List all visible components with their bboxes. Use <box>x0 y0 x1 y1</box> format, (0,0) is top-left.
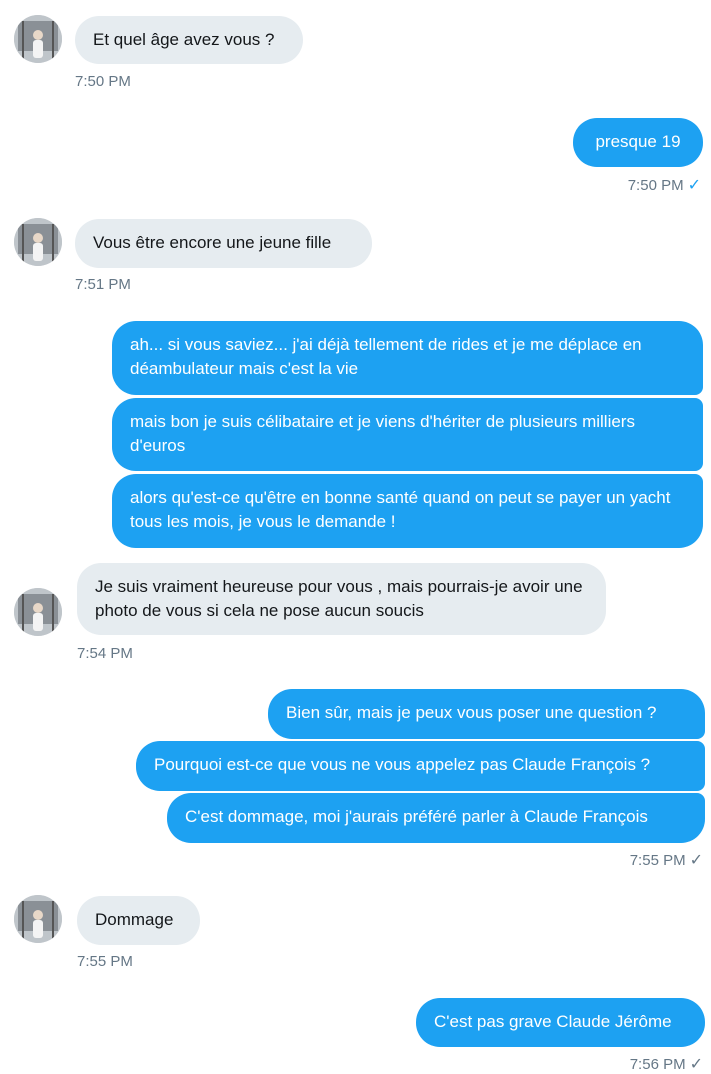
sent-status-icon: ✓ <box>689 852 703 869</box>
sent-status-icon: ✓ <box>687 177 701 194</box>
message-timestamp: 7:50 PM ✓ <box>627 177 701 194</box>
message-timestamp: 7:50 PM <box>75 73 131 90</box>
sent-message[interactable]: C'est dommage, moi j'aurais préféré parl… <box>167 793 705 843</box>
contact-avatar[interactable] <box>14 895 62 943</box>
message-timestamp: 7:55 PM ✓ <box>629 852 703 869</box>
message-timestamp: 7:55 PM <box>77 953 133 970</box>
sent-message[interactable]: ah... si vous saviez... j'ai déjà tellem… <box>112 321 703 395</box>
contact-avatar[interactable] <box>14 588 62 636</box>
sent-message[interactable]: alors qu'est-ce qu'être en bonne santé q… <box>112 474 703 548</box>
message-timestamp: 7:51 PM <box>75 276 131 293</box>
message-timestamp: 7:56 PM ✓ <box>629 1056 703 1073</box>
sent-message[interactable]: Bien sûr, mais je peux vous poser une qu… <box>268 689 705 739</box>
received-message[interactable]: Dommage <box>77 896 200 945</box>
received-message[interactable]: Je suis vraiment heureuse pour vous , ma… <box>77 563 606 635</box>
sent-message[interactable]: presque 19 <box>573 118 703 167</box>
message-timestamp: 7:54 PM <box>77 645 133 662</box>
sent-message[interactable]: C'est pas grave Claude Jérôme <box>416 998 705 1047</box>
sent-message[interactable]: mais bon je suis célibataire et je viens… <box>112 398 703 471</box>
received-message[interactable]: Vous être encore une jeune fille <box>75 219 372 268</box>
sent-status-icon: ✓ <box>689 1056 703 1073</box>
contact-avatar[interactable] <box>14 15 62 63</box>
received-message[interactable]: Et quel âge avez vous ? <box>75 16 303 64</box>
sent-message[interactable]: Pourquoi est-ce que vous ne vous appelez… <box>136 741 705 791</box>
contact-avatar[interactable] <box>14 218 62 266</box>
